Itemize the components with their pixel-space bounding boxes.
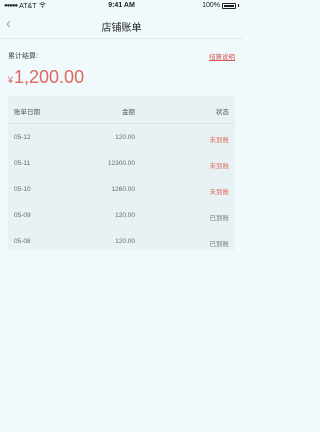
currency-symbol: ¥ [8, 75, 14, 85]
row-amount: 120.00 [115, 134, 135, 141]
battery-group: 100% [202, 2, 239, 9]
table-header: 账单日期 金额 状态 [8, 96, 235, 124]
page-title: 店铺账单 [101, 23, 142, 34]
row-status: 已到账 [209, 215, 230, 222]
row-status: 未到账 [209, 163, 230, 170]
battery-percent: 100% [202, 2, 220, 9]
row-date: 05-10 [14, 186, 31, 193]
row-amount: 120.00 [115, 238, 135, 245]
row-date: 05-11 [14, 160, 31, 167]
settlement-summary: 累计结算: 结算说明 ¥ 1,200.00 [0, 39, 243, 94]
header-amount: 金额 [122, 109, 135, 116]
table-row[interactable]: 05-10 1260.00 未到账 [8, 176, 235, 202]
row-status: 未到账 [209, 189, 230, 196]
table-row[interactable]: 05-12 120.00 未到账 [8, 124, 235, 150]
settlement-label: 累计结算: [8, 53, 38, 60]
battery-cap [238, 4, 239, 7]
header-date: 账单日期 [14, 109, 40, 116]
row-status: 未到账 [209, 137, 230, 144]
bill-table: 账单日期 金额 状态 05-12 120.00 未到账 05-11 12300.… [8, 96, 235, 250]
status-bar: ●●●●● AT&T 9:41 AM 100% [0, 0, 243, 12]
table-row[interactable]: 05-11 12300.00 未到账 [8, 150, 235, 176]
header-status: 状态 [216, 109, 229, 116]
row-date: 05-09 [14, 212, 31, 219]
row-status: 已到账 [209, 241, 230, 248]
settlement-amount: ¥ 1,200.00 [8, 67, 84, 88]
row-date: 05-12 [14, 134, 31, 141]
table-row[interactable]: 05-08 120.00 已到账 [8, 228, 235, 254]
amount-value: 1,200.00 [14, 67, 85, 87]
row-amount: 12300.00 [107, 160, 135, 167]
battery-icon [222, 2, 236, 9]
row-date: 05-08 [14, 238, 31, 245]
settlement-info-link[interactable]: 结算说明 [209, 51, 235, 61]
row-amount: 120.00 [115, 212, 135, 219]
nav-bar: ‹ 店铺账单 [0, 12, 243, 39]
table-row[interactable]: 05-09 120.00 已到账 [8, 202, 235, 228]
row-amount: 1260.00 [111, 186, 136, 193]
